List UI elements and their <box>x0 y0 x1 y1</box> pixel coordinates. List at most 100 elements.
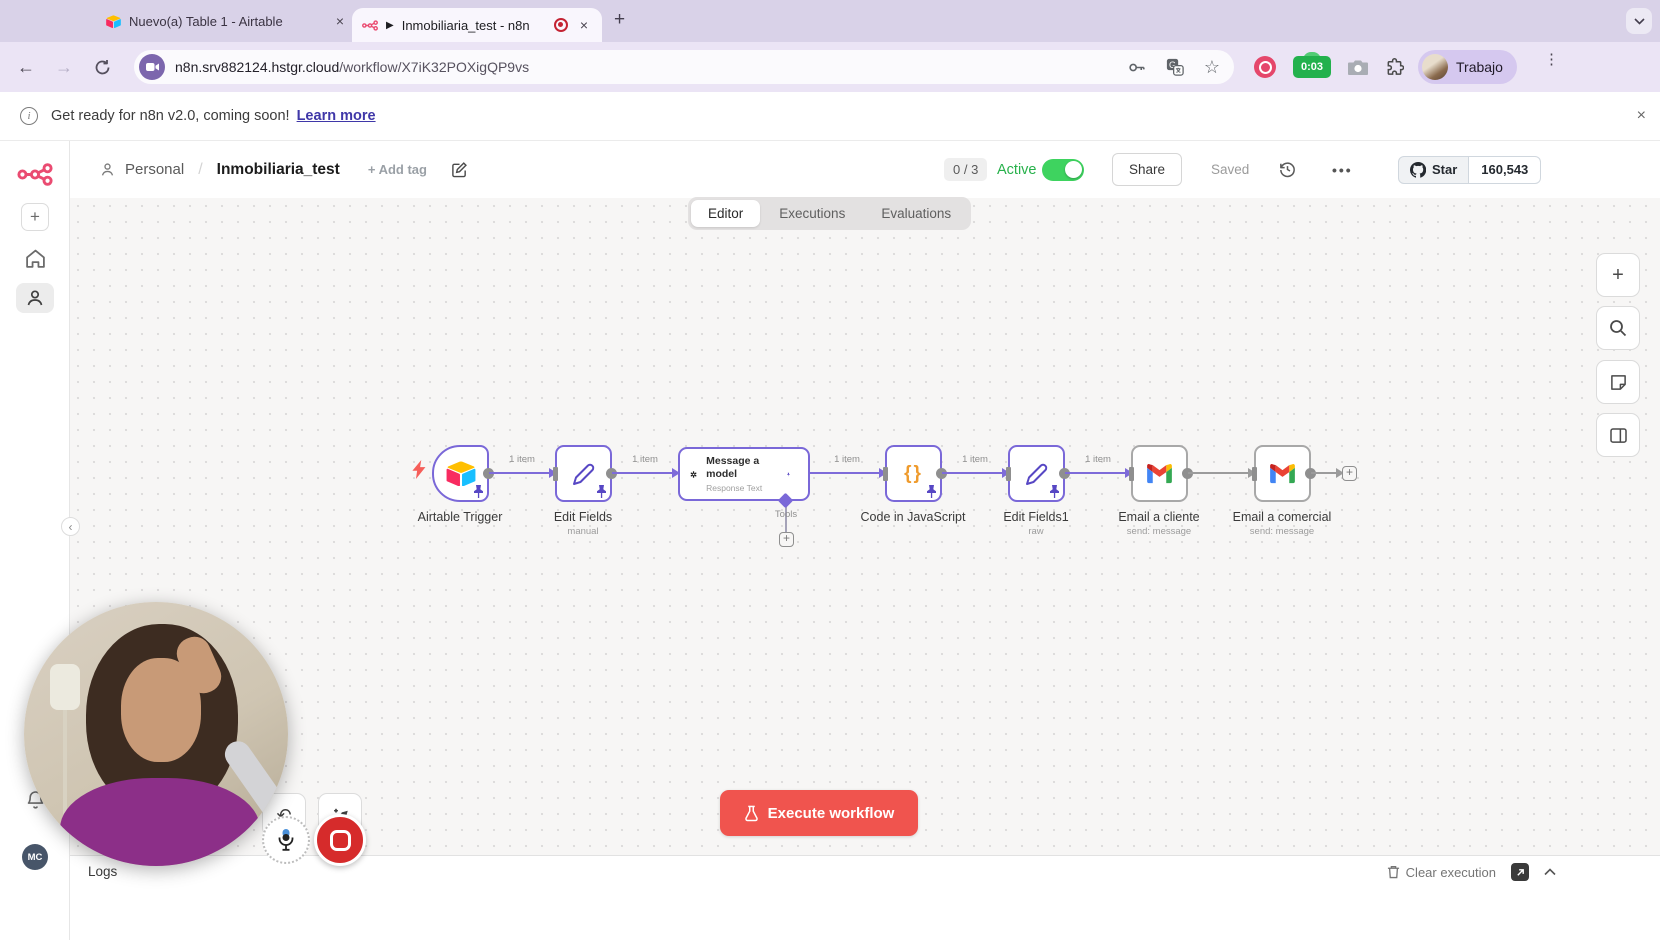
browser-menu-icon[interactable]: ⋮ <box>1544 56 1552 63</box>
github-icon <box>1410 162 1426 178</box>
breadcrumb-separator: / <box>198 161 202 179</box>
active-toggle[interactable] <box>1042 141 1084 198</box>
code-braces-icon: {} <box>904 463 923 485</box>
learn-more-link[interactable]: Learn more <box>297 108 376 124</box>
tab-executions[interactable]: Executions <box>762 200 862 227</box>
node-code-in-javascript[interactable]: {} <box>885 445 942 502</box>
connection[interactable] <box>612 472 678 474</box>
connection[interactable] <box>489 472 555 474</box>
trigger-bolt-icon <box>412 460 427 479</box>
edit-note-icon[interactable] <box>451 161 468 178</box>
sticky-note-rail-button[interactable] <box>1596 360 1640 404</box>
node-subtitle: Response Text <box>706 483 778 493</box>
airtable-favicon <box>106 15 121 28</box>
n8n-v2-banner: i Get ready for n8n v2.0, coming soon! L… <box>0 92 1660 141</box>
address-bar[interactable]: n8n.srv882124.hstgr.cloud/workflow/X7iK3… <box>134 50 1234 84</box>
translate-icon[interactable]: G <box>1166 58 1184 76</box>
password-key-icon[interactable] <box>1127 58 1146 77</box>
breadcrumb-project[interactable]: Personal <box>125 161 184 178</box>
node-edit-fields1[interactable] <box>1008 445 1065 502</box>
connection[interactable] <box>1065 472 1131 474</box>
connection[interactable] <box>942 472 1008 474</box>
chevron-up-icon[interactable] <box>1544 868 1556 876</box>
tab-airtable[interactable]: Nuevo(a) Table 1 - Airtable × <box>106 4 348 38</box>
tab-n8n[interactable]: ▶ Inmobiliaria_test - n8n × <box>352 8 602 42</box>
add-tag-button[interactable]: + Add tag <box>368 162 427 177</box>
node-label: Email a comercialsend: message <box>1202 510 1362 537</box>
webcam-overlay <box>24 602 288 866</box>
recording-timer-badge[interactable]: 0:03 <box>1293 56 1331 78</box>
panel-rail-button[interactable] <box>1596 413 1640 457</box>
gmail-icon <box>1146 463 1173 484</box>
workflow-name[interactable]: Inmobiliaria_test <box>217 161 340 179</box>
add-workflow-button[interactable]: + <box>0 203 70 231</box>
tab-editor[interactable]: Editor <box>691 200 760 227</box>
url-path: /workflow/X7iK32POXigQP9vs <box>339 59 529 75</box>
input-port <box>1006 467 1011 481</box>
profile-name: Trabajo <box>1456 59 1503 75</box>
stop-recording-button[interactable] <box>314 814 366 866</box>
node-edit-fields[interactable] <box>555 445 612 502</box>
node-title: Message a model <box>706 455 778 481</box>
airtable-icon <box>446 461 476 486</box>
bookmark-star-icon[interactable]: ☆ <box>1204 57 1220 78</box>
input-port <box>1129 467 1134 481</box>
input-port <box>553 467 558 481</box>
pencil-icon <box>1024 461 1050 487</box>
reload-button[interactable] <box>90 55 114 79</box>
node-email-a-comercial[interactable] <box>1254 445 1311 502</box>
connection-items-label: 1 item <box>1068 454 1128 465</box>
logs-panel[interactable]: Logs Clear execution <box>70 855 1660 940</box>
red-extension-icon[interactable] <box>1254 56 1276 78</box>
pin-icon <box>596 485 607 498</box>
background-lamp <box>50 664 80 710</box>
add-node-button[interactable]: + <box>1342 466 1357 481</box>
close-tab-icon[interactable]: × <box>332 13 348 29</box>
add-tool-button[interactable]: + <box>779 532 794 547</box>
connection-items-label: 1 item <box>615 454 675 465</box>
saved-status: Saved <box>1211 141 1249 198</box>
workflow-canvas[interactable]: 1 item Airtable Trigger 1 item Edit Fiel… <box>70 198 1660 855</box>
person-icon <box>100 162 115 177</box>
pin-icon <box>1049 485 1060 498</box>
node-email-a-cliente[interactable] <box>1131 445 1188 502</box>
browser-profile-chip[interactable]: Trabajo <box>1418 50 1517 84</box>
mode-tabs: Editor Executions Evaluations <box>688 197 971 230</box>
n8n-logo[interactable] <box>0 163 70 186</box>
connection[interactable] <box>810 472 885 474</box>
tab-search-chevron-icon[interactable] <box>1626 8 1652 34</box>
new-tab-button[interactable]: + <box>614 9 625 31</box>
github-star-widget[interactable]: Star 160,543 <box>1398 141 1541 198</box>
forward-button[interactable]: → <box>52 55 76 79</box>
tab-evaluations[interactable]: Evaluations <box>864 200 968 227</box>
sidebar-collapse-handle[interactable]: ‹ <box>61 517 80 536</box>
extensions-puzzle-icon[interactable] <box>1385 58 1404 77</box>
execute-workflow-button[interactable]: Execute workflow <box>720 790 918 836</box>
input-port <box>883 467 888 481</box>
banner-close-icon[interactable]: × <box>1637 107 1646 125</box>
clear-execution-button[interactable]: Clear execution <box>1387 865 1496 880</box>
tab-recording-icon <box>554 18 568 32</box>
node-airtable-trigger[interactable] <box>432 445 489 502</box>
close-tab-icon[interactable]: × <box>576 17 592 33</box>
search-rail-button[interactable] <box>1596 306 1640 350</box>
connection[interactable] <box>1188 472 1254 474</box>
camera-extension-icon[interactable] <box>1348 59 1368 76</box>
share-button[interactable]: Share <box>1112 141 1182 198</box>
open-logs-popout-icon[interactable] <box>1511 863 1529 881</box>
video-camera-icon[interactable] <box>139 54 165 80</box>
node-message-a-model[interactable]: Message a model Response Text <box>678 447 810 501</box>
sidebar-item-personal[interactable] <box>0 283 70 313</box>
more-options-icon[interactable]: ••• <box>1332 141 1353 198</box>
add-node-rail-button[interactable]: + <box>1596 253 1640 297</box>
history-icon[interactable] <box>1278 141 1297 198</box>
info-icon: i <box>20 107 38 125</box>
sidebar-item-home[interactable] <box>0 249 70 269</box>
logs-label[interactable]: Logs <box>88 864 117 879</box>
n8n-favicon <box>362 20 378 31</box>
person-sweater <box>60 778 260 866</box>
microphone-button[interactable] <box>262 816 310 864</box>
back-button[interactable]: ← <box>14 55 38 79</box>
pin-icon <box>787 468 790 481</box>
browser-tabstrip: Nuevo(a) Table 1 - Airtable × ▶ Inmobili… <box>0 0 1660 42</box>
